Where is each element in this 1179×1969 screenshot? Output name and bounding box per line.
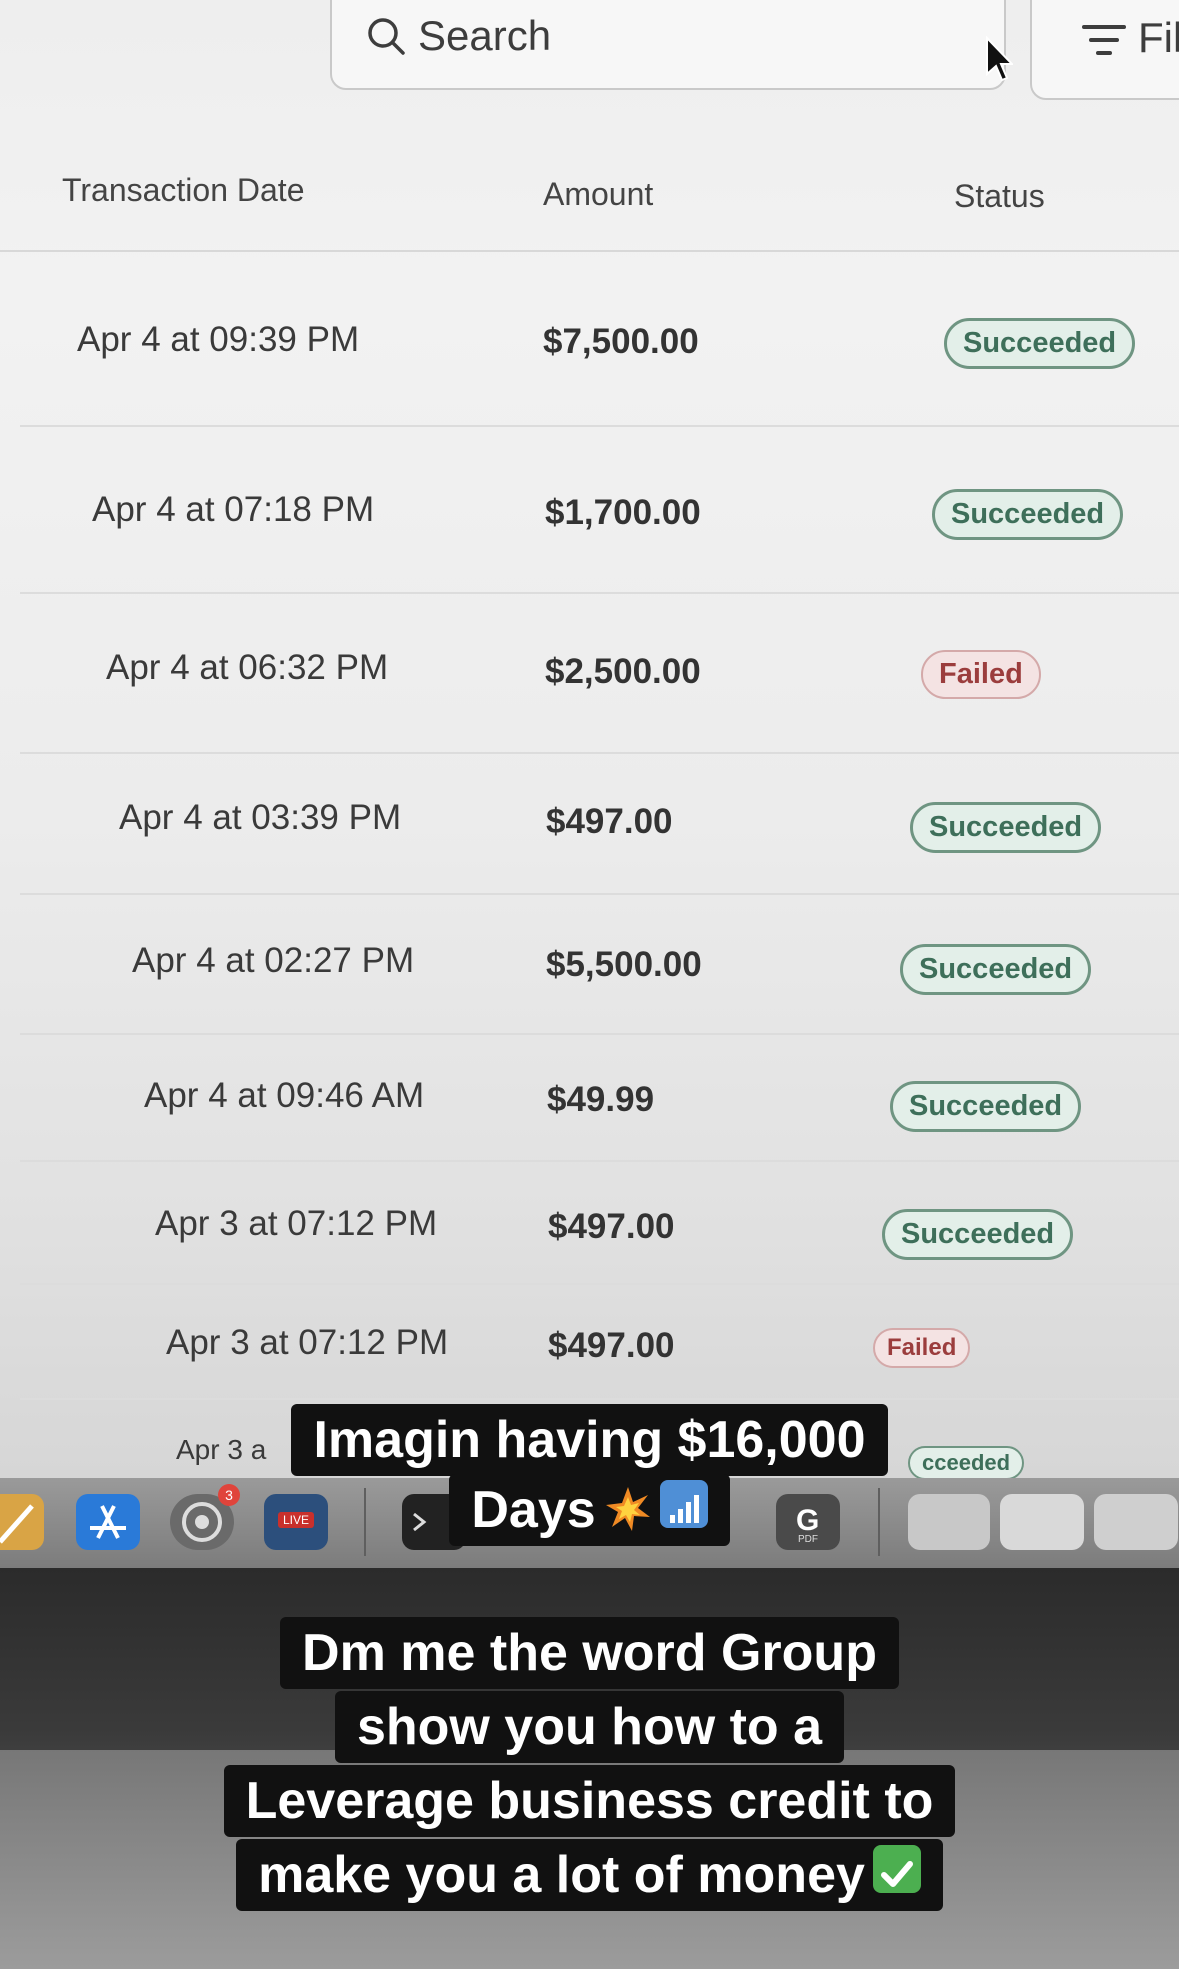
- row-divider: [20, 893, 1179, 895]
- check-mark-emoji-icon: [872, 1845, 921, 1893]
- transaction-amount: $497.00: [548, 1326, 675, 1365]
- header-divider: [0, 250, 1179, 252]
- status-badge: Succeeded: [890, 1081, 1082, 1132]
- status-badge: Succeeded: [944, 318, 1136, 369]
- filter-label: Fil: [1138, 14, 1179, 61]
- search-icon: [368, 18, 405, 55]
- transaction-amount: $2,500.00: [545, 652, 701, 691]
- caption-bottom: Dm me the word Group show you how to a L…: [0, 1617, 1179, 1911]
- caption-line: show you how to a: [334, 1691, 845, 1763]
- row-divider: [20, 1398, 1179, 1400]
- transaction-date: Apr 4 at 09:39 PM: [77, 320, 360, 359]
- caption-text: make you a lot of money: [258, 1846, 865, 1904]
- column-header-date[interactable]: Transaction Date: [62, 172, 304, 209]
- status-badge: Succeeded: [900, 944, 1092, 995]
- transaction-date: Apr 3 at 07:12 PM: [155, 1204, 438, 1243]
- transaction-date: Apr 3 at 07:12 PM: [166, 1323, 449, 1362]
- row-divider: [20, 752, 1179, 754]
- transaction-amount: $49.99: [547, 1080, 655, 1119]
- row-divider: [20, 1160, 1179, 1162]
- status-badge: Succeeded: [910, 802, 1102, 853]
- browser-screen: Search Fil Transaction Date Amount Statu…: [0, 0, 1179, 1480]
- row-divider: [20, 1283, 1179, 1285]
- search-input[interactable]: Search: [330, 0, 1006, 90]
- caption-line-with-emoji: Days: [449, 1474, 730, 1546]
- search-placeholder: Search: [418, 12, 552, 59]
- caption-line: Imagin having $16,000: [291, 1404, 888, 1476]
- mouse-cursor-icon: [986, 36, 1013, 82]
- row-divider: [20, 1033, 1179, 1035]
- transaction-date: Apr 4 at 07:18 PM: [92, 490, 375, 529]
- transaction-amount: $497.00: [548, 1207, 675, 1246]
- filter-icon: [1082, 25, 1126, 55]
- caption-line: Leverage business credit to: [223, 1765, 956, 1837]
- caption-top: Imagin having $16,000 Days: [0, 1404, 1179, 1546]
- caption-line-with-emoji: make you a lot of money: [236, 1839, 943, 1911]
- transaction-amount: $5,500.00: [546, 945, 702, 984]
- transaction-amount: $497.00: [546, 802, 673, 841]
- transaction-date: Apr 4 at 06:32 PM: [106, 648, 389, 687]
- transaction-amount: $7,500.00: [543, 322, 699, 361]
- transaction-date: Apr 4 at 02:27 PM: [132, 941, 415, 980]
- column-header-status[interactable]: Status: [954, 178, 1045, 215]
- status-badge: Succeeded: [882, 1209, 1074, 1260]
- transaction-amount: $1,700.00: [545, 493, 701, 532]
- status-badge: Failed: [921, 650, 1041, 699]
- row-divider: [20, 592, 1179, 594]
- transaction-date: Apr 4 at 03:39 PM: [119, 798, 402, 837]
- row-divider: [20, 425, 1179, 427]
- collision-emoji-icon: [604, 1480, 652, 1531]
- status-badge: Failed: [873, 1328, 971, 1368]
- caption-text: Days: [471, 1481, 596, 1539]
- signal-bars-emoji-icon: [659, 1480, 708, 1528]
- caption-line: Dm me the word Group: [280, 1617, 899, 1689]
- transaction-date: Apr 4 at 09:46 AM: [144, 1076, 425, 1115]
- filter-button[interactable]: Fil: [1030, 0, 1179, 100]
- column-header-amount[interactable]: Amount: [543, 176, 653, 213]
- status-badge: Succeeded: [932, 489, 1124, 540]
